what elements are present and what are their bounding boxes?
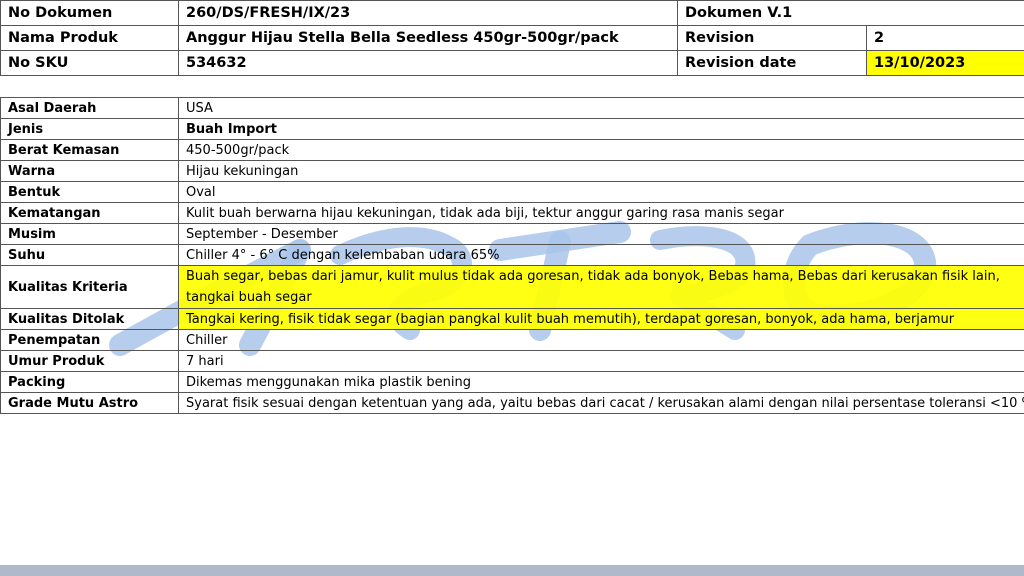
spec-label: Packing xyxy=(0,371,179,393)
spec-value: Syarat fisik sesuai dengan ketentuan yan… xyxy=(178,392,1024,414)
spec-value: Chiller 4° - 6° C dengan kelembaban udar… xyxy=(178,244,1024,266)
spec-row-berat-kemasan: Berat Kemasan 450-500gr/pack xyxy=(0,139,1024,161)
revision-date-value: 13/10/2023 xyxy=(865,50,1024,76)
spec-label: Musim xyxy=(0,223,179,245)
header-row-no-sku: No SKU 534632 Revision date 13/10/2023 xyxy=(0,50,1024,76)
footer-bar xyxy=(0,565,1024,576)
spec-value-highlighted: Buah segar, bebas dari jamur, kulit mulu… xyxy=(178,265,1024,309)
spec-label: Suhu xyxy=(0,244,179,266)
spec-label: Kualitas Kriteria xyxy=(0,265,179,309)
header-value: Anggur Hijau Stella Bella Seedless 450gr… xyxy=(178,25,678,51)
spec-value: Dikemas menggunakan mika plastik bening xyxy=(178,371,1024,393)
header-value: 534632 xyxy=(178,50,678,76)
spec-value: Buah Import xyxy=(178,118,1024,140)
spec-label: Asal Daerah xyxy=(0,97,179,119)
spec-row-bentuk: Bentuk Oval xyxy=(0,181,1024,203)
spec-value: USA xyxy=(178,97,1024,119)
spec-row-jenis: Jenis Buah Import xyxy=(0,118,1024,140)
spec-label: Warna xyxy=(0,160,179,182)
spec-value: Hijau kekuningan xyxy=(178,160,1024,182)
spec-value: Chiller xyxy=(178,329,1024,351)
spec-row-umur-produk: Umur Produk 7 hari xyxy=(0,350,1024,372)
spec-row-grade-mutu-astro: Grade Mutu Astro Syarat fisik sesuai den… xyxy=(0,392,1024,414)
spec-value: Kulit buah berwarna hijau kekuningan, ti… xyxy=(178,202,1024,224)
spec-value-highlighted: Tangkai kering, fisik tidak segar (bagia… xyxy=(178,308,1024,330)
header-row-no-dokumen: No Dokumen 260/DS/FRESH/IX/23 Dokumen V.… xyxy=(0,0,1024,26)
product-spec-table: Asal Daerah USA Jenis Buah Import Berat … xyxy=(0,97,1024,414)
spec-label: Bentuk xyxy=(0,181,179,203)
spec-value: 7 hari xyxy=(178,350,1024,372)
header-label: No SKU xyxy=(0,50,179,76)
header-value: 260/DS/FRESH/IX/23 xyxy=(178,0,678,26)
spec-label: Berat Kemasan xyxy=(0,139,179,161)
spec-row-kualitas-ditolak: Kualitas Ditolak Tangkai kering, fisik t… xyxy=(0,308,1024,330)
spec-label: Grade Mutu Astro xyxy=(0,392,179,414)
spec-value: Oval xyxy=(178,181,1024,203)
document-header-table: No Dokumen 260/DS/FRESH/IX/23 Dokumen V.… xyxy=(0,0,1024,76)
header-row-nama-produk: Nama Produk Anggur Hijau Stella Bella Se… xyxy=(0,25,1024,51)
header-key: Revision xyxy=(677,25,867,51)
spec-row-penempatan: Penempatan Chiller xyxy=(0,329,1024,351)
spec-value: 450-500gr/pack xyxy=(178,139,1024,161)
spec-row-suhu: Suhu Chiller 4° - 6° C dengan kelembaban… xyxy=(0,244,1024,266)
header-label: Nama Produk xyxy=(0,25,179,51)
spec-label: Kualitas Ditolak xyxy=(0,308,179,330)
spec-value: September - Desember xyxy=(178,223,1024,245)
spec-row-asal-daerah: Asal Daerah USA xyxy=(0,97,1024,119)
header-key: Dokumen V.1 xyxy=(676,0,1024,26)
spec-label: Penempatan xyxy=(0,329,179,351)
spec-row-packing: Packing Dikemas menggunakan mika plastik… xyxy=(0,371,1024,393)
header-key-value: 2 xyxy=(865,25,1024,51)
spec-row-kematangan: Kematangan Kulit buah berwarna hijau kek… xyxy=(0,202,1024,224)
header-label: No Dokumen xyxy=(0,0,179,26)
spec-label: Umur Produk xyxy=(0,350,179,372)
spec-row-musim: Musim September - Desember xyxy=(0,223,1024,245)
header-key: Revision date xyxy=(677,50,867,76)
spec-label: Kematangan xyxy=(0,202,179,224)
spec-label: Jenis xyxy=(0,118,179,140)
spec-row-kualitas-kriteria: Kualitas Kriteria Buah segar, bebas dari… xyxy=(0,265,1024,309)
spec-row-warna: Warna Hijau kekuningan xyxy=(0,160,1024,182)
